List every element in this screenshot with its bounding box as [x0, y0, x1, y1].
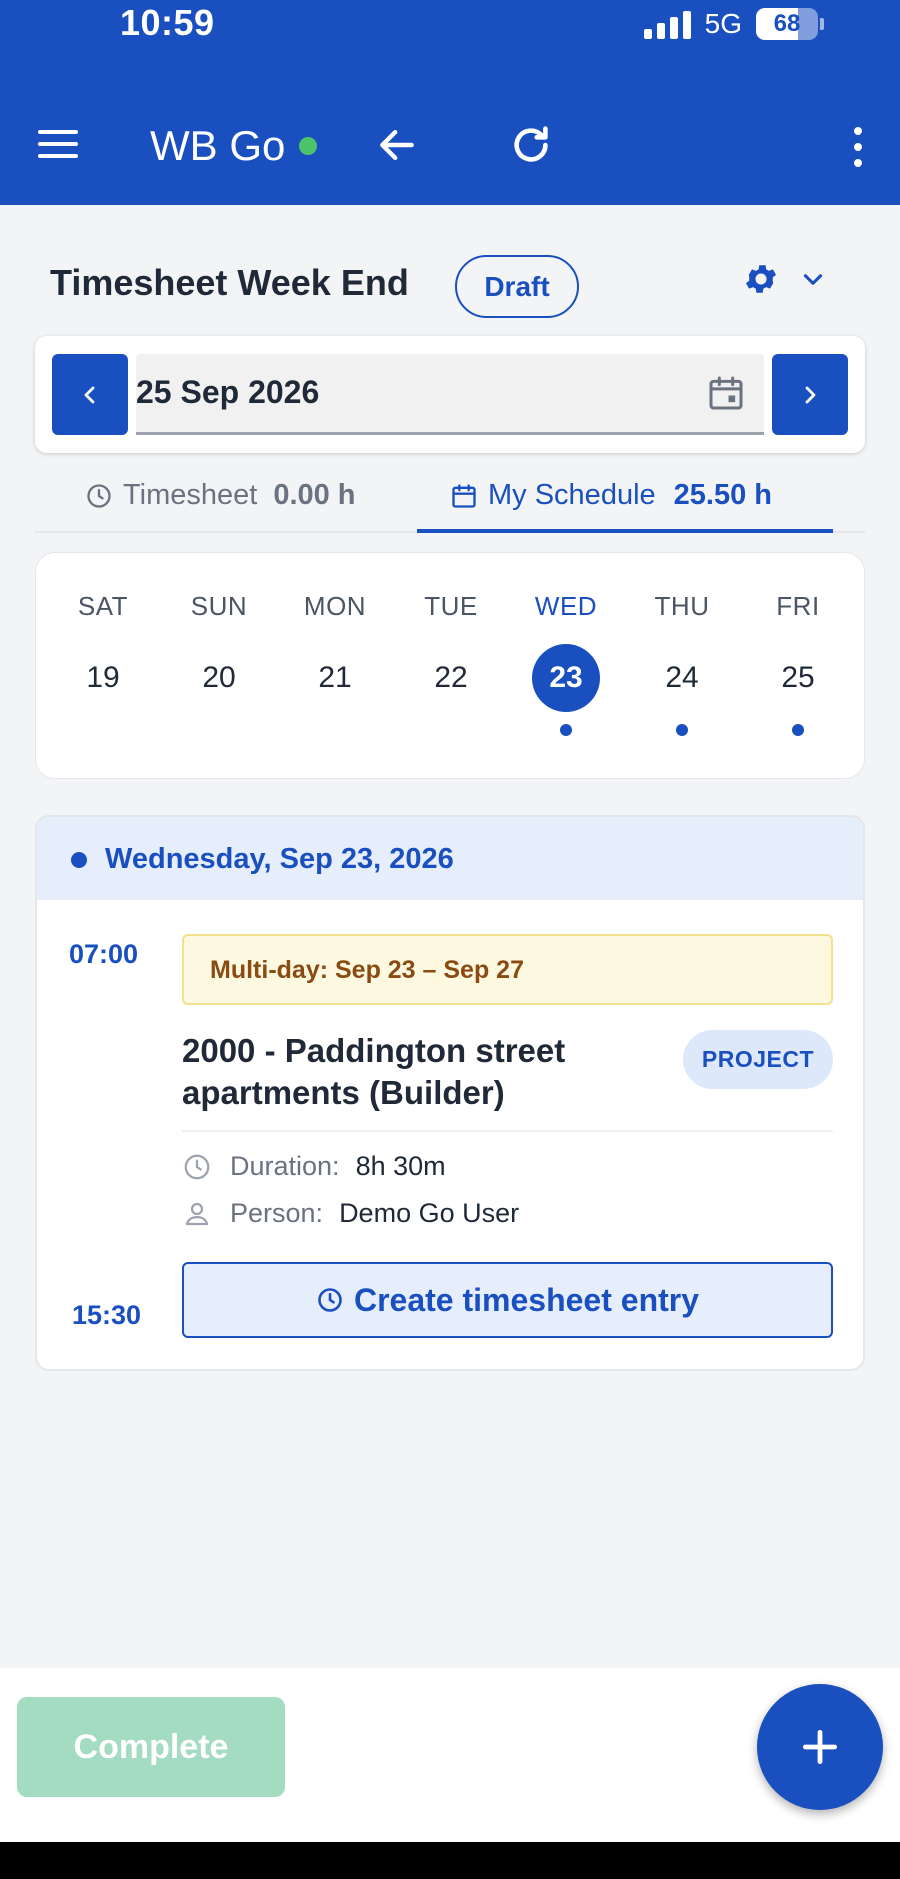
top-app-bar: 10:59 5G 68 WB Go	[0, 0, 900, 205]
chevron-down-icon[interactable]	[800, 266, 826, 297]
day-name: SUN	[190, 591, 248, 621]
more-vert-icon[interactable]	[850, 127, 866, 167]
day-number: 20	[202, 661, 236, 694]
day-name: MON	[303, 591, 367, 621]
week-end-date-field[interactable]: 25 Sep 2026	[136, 354, 764, 435]
project-badge: PROJECT	[683, 1030, 833, 1089]
view-tabs: Timesheet 0.00 h My Schedule 25.50 h	[35, 458, 865, 533]
duration-value: 8h 30m	[355, 1151, 446, 1181]
calendar-icon	[452, 483, 476, 508]
person-label: Person:	[230, 1198, 324, 1228]
chevron-left-icon	[84, 386, 95, 403]
date-value: 25 Sep 2026	[136, 374, 320, 410]
divider	[182, 1130, 833, 1132]
day-number: 24	[665, 661, 699, 694]
person-row: Person: Demo Go User	[182, 1198, 519, 1229]
status-indicators: 5G 68	[643, 8, 824, 40]
app-title: WB Go	[150, 122, 286, 169]
online-status-dot	[299, 137, 317, 155]
tab-timesheet-label: Timesheet	[123, 479, 258, 511]
day-number: 19	[86, 661, 120, 694]
tab-timesheet[interactable]: Timesheet 0.00 h	[85, 458, 356, 533]
battery-icon: 68	[756, 8, 818, 40]
job-title: 2000 - Paddington street apartments (Bui…	[182, 1032, 566, 1111]
network-type: 5G	[704, 8, 742, 39]
event-start-time: 07:00	[69, 939, 139, 969]
multiday-label: Multi-day: Sep 23 – Sep 27	[210, 956, 524, 984]
clock-icon	[87, 483, 111, 508]
status-time: 10:59	[120, 2, 215, 43]
day-name: THU	[654, 591, 710, 621]
back-arrow-icon[interactable]	[375, 123, 419, 172]
system-nav-bar	[0, 1842, 900, 1879]
event-date-header: Wednesday, Sep 23, 2026	[37, 817, 863, 900]
day-number: 21	[318, 661, 352, 694]
tab-my-schedule-label: My Schedule	[488, 479, 656, 511]
day-name: SAT	[77, 591, 129, 621]
complete-button[interactable]: Complete	[17, 1697, 285, 1797]
previous-week-button[interactable]	[52, 354, 128, 435]
event-date-dot	[71, 852, 87, 868]
day-column[interactable]: FRI 25	[753, 591, 843, 736]
day-name: FRI	[776, 591, 820, 621]
plus-icon	[802, 1729, 838, 1765]
gear-icon[interactable]	[742, 260, 780, 303]
day-number: 25	[781, 661, 815, 694]
schedule-event-card: Wednesday, Sep 23, 2026 07:00 Multi-day:…	[35, 815, 865, 1371]
event-indicator-dot	[792, 724, 804, 736]
event-indicator-dot	[560, 724, 572, 736]
create-timesheet-entry-button[interactable]: Create timesheet entry	[182, 1262, 833, 1338]
day-name: WED	[534, 591, 598, 621]
battery-level: 68	[773, 10, 801, 37]
day-name: TUE	[424, 591, 478, 621]
person-icon	[185, 1202, 209, 1225]
signal-icon	[643, 9, 691, 39]
next-week-button[interactable]	[772, 354, 848, 435]
day-column[interactable]: MON 21	[290, 591, 380, 712]
day-column[interactable]: SUN 20	[174, 591, 264, 712]
create-timesheet-entry-label: Create timesheet entry	[353, 1281, 700, 1318]
chevron-right-icon	[805, 386, 816, 403]
tab-timesheet-hours: 0.00 h	[273, 479, 356, 511]
event-end-time: 15:30	[72, 1300, 142, 1330]
status-badge: Draft	[455, 255, 579, 318]
battery-tip	[820, 18, 824, 30]
tab-my-schedule[interactable]: My Schedule 25.50 h	[450, 458, 772, 533]
day-column[interactable]: THU 24	[637, 591, 727, 736]
day-number: 22	[434, 661, 468, 694]
refresh-icon[interactable]	[508, 122, 554, 173]
tab-my-schedule-hours: 25.50 h	[673, 479, 772, 511]
date-picker-card: 25 Sep 2026	[35, 336, 865, 453]
page-title: Timesheet Week End	[50, 262, 409, 303]
active-tab-indicator	[417, 529, 833, 533]
clock-icon	[318, 1288, 342, 1312]
duration-row: Duration: 8h 30m	[182, 1151, 446, 1182]
multiday-banner: Multi-day: Sep 23 – Sep 27	[182, 934, 833, 1005]
day-column[interactable]: WED 23	[521, 591, 611, 736]
day-column[interactable]: SAT 19	[58, 591, 148, 712]
app-bar-row: WB Go	[0, 112, 900, 182]
event-date: Wednesday, Sep 23, 2026	[105, 843, 454, 875]
add-button[interactable]	[757, 1684, 883, 1810]
week-strip: SAT 19 SUN 20 MON 21 TUE 22 WED 23 THU 2…	[35, 552, 865, 779]
duration-label: Duration:	[230, 1151, 340, 1181]
day-number: 23	[532, 644, 600, 712]
menu-icon[interactable]	[38, 130, 78, 162]
person-value: Demo Go User	[339, 1198, 520, 1228]
day-column[interactable]: TUE 22	[406, 591, 496, 712]
event-indicator-dot	[676, 724, 688, 736]
clock-icon	[184, 1154, 210, 1179]
calendar-icon[interactable]	[706, 372, 746, 419]
